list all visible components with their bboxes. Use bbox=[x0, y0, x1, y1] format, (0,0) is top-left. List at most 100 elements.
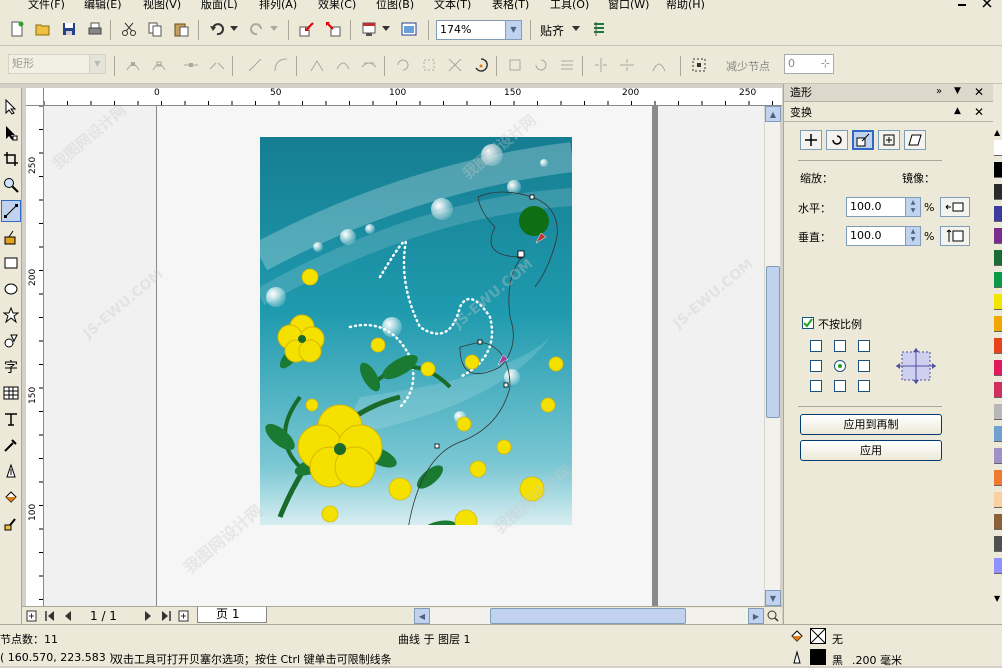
add-node-icon[interactable] bbox=[122, 54, 144, 76]
print-icon[interactable] bbox=[84, 18, 106, 40]
snap-to-button[interactable]: 贴齐 bbox=[540, 22, 564, 39]
color-swatch[interactable] bbox=[994, 492, 1002, 508]
palette-scroll-up-icon[interactable]: ▲ bbox=[994, 128, 1000, 137]
object-type-select[interactable]: 矩形 ▼ bbox=[8, 54, 106, 74]
rectangle-tool-icon[interactable] bbox=[1, 252, 21, 274]
stretch-nodes-icon[interactable] bbox=[504, 54, 526, 76]
horizontal-scale-spinner[interactable]: ▲ ▼ bbox=[905, 197, 921, 217]
welcome-screen-icon[interactable] bbox=[398, 18, 420, 40]
color-swatch[interactable] bbox=[994, 140, 1002, 156]
smooth-node-icon[interactable] bbox=[332, 54, 354, 76]
pick-tool-icon[interactable] bbox=[1, 96, 21, 118]
color-swatch[interactable] bbox=[994, 426, 1002, 442]
size-transform-icon[interactable] bbox=[878, 130, 900, 150]
color-swatch[interactable] bbox=[994, 184, 1002, 200]
anchor-bottom-right[interactable] bbox=[858, 380, 870, 392]
scroll-thumb[interactable] bbox=[766, 266, 780, 418]
application-launcher-icon[interactable] bbox=[358, 18, 380, 40]
launcher-dropdown-icon[interactable] bbox=[380, 18, 392, 40]
menu-table[interactable]: 表格(T) bbox=[492, 0, 529, 12]
color-swatch[interactable] bbox=[994, 470, 1002, 486]
collapse-panel-icon[interactable]: ▲ bbox=[954, 106, 961, 116]
smart-fill-tool-icon[interactable] bbox=[1, 226, 21, 248]
outline-color-swatch[interactable] bbox=[810, 649, 826, 665]
horizontal-scroll-thumb[interactable] bbox=[490, 608, 686, 624]
color-swatch[interactable] bbox=[994, 404, 1002, 420]
reflect-horizontal-icon[interactable] bbox=[590, 54, 612, 76]
symmetrical-node-icon[interactable] bbox=[358, 54, 380, 76]
color-swatch[interactable] bbox=[994, 294, 1002, 310]
menu-help[interactable]: 帮助(H) bbox=[666, 0, 705, 12]
shape-tool-icon[interactable] bbox=[1, 122, 21, 144]
delete-node-icon[interactable] bbox=[148, 54, 170, 76]
color-swatch[interactable] bbox=[994, 514, 1002, 530]
undo-dropdown-icon[interactable] bbox=[228, 18, 240, 40]
close-window-icon[interactable] bbox=[980, 0, 994, 10]
anchor-top-left[interactable] bbox=[810, 340, 822, 352]
menu-bitmaps[interactable]: 位图(B) bbox=[376, 0, 414, 12]
color-swatch[interactable] bbox=[994, 360, 1002, 376]
redo-dropdown-icon[interactable] bbox=[268, 18, 280, 40]
text-tool-icon[interactable]: 字 bbox=[1, 356, 21, 378]
extend-curve-icon[interactable] bbox=[418, 54, 440, 76]
auto-close-icon[interactable] bbox=[470, 54, 492, 76]
eyedropper-tool-icon[interactable] bbox=[1, 434, 21, 456]
elastic-mode-icon[interactable] bbox=[648, 54, 670, 76]
anchor-middle-left[interactable] bbox=[810, 360, 822, 372]
vertical-scrollbar[interactable]: ▲ ▼ bbox=[764, 106, 781, 606]
fill-tool-icon[interactable] bbox=[1, 486, 21, 508]
anchor-center[interactable] bbox=[834, 360, 846, 372]
mirror-horizontal-icon[interactable] bbox=[940, 197, 970, 217]
cut-icon[interactable] bbox=[118, 18, 140, 40]
join-nodes-icon[interactable] bbox=[180, 54, 202, 76]
basic-shapes-tool-icon[interactable] bbox=[1, 330, 21, 352]
zoom-tool-icon[interactable] bbox=[1, 174, 21, 196]
extract-subpath-icon[interactable] bbox=[444, 54, 466, 76]
export-icon[interactable] bbox=[322, 18, 344, 40]
close-docker-icon[interactable]: ✕ bbox=[974, 85, 984, 99]
vertical-scale-input[interactable]: 100.0 bbox=[846, 226, 906, 246]
rotate-transform-icon[interactable] bbox=[826, 130, 848, 150]
expand-icon[interactable]: » bbox=[936, 86, 942, 97]
anchor-top-right[interactable] bbox=[858, 340, 870, 352]
fill-none-swatch[interactable] bbox=[810, 628, 826, 644]
to-line-icon[interactable] bbox=[244, 54, 266, 76]
table-tool-icon[interactable] bbox=[1, 382, 21, 404]
color-swatch[interactable] bbox=[994, 316, 1002, 332]
vertical-ruler[interactable]: 250 200 150 100 bbox=[26, 106, 44, 606]
artwork[interactable] bbox=[260, 137, 572, 525]
color-swatch[interactable] bbox=[994, 206, 1002, 222]
interactive-fill-tool-icon[interactable] bbox=[1, 512, 21, 534]
save-icon[interactable] bbox=[58, 18, 80, 40]
zoom-level-select[interactable]: 174% ▼ bbox=[436, 20, 522, 40]
nonproportional-checkbox[interactable] bbox=[802, 317, 814, 329]
menu-effects[interactable]: 效果(C) bbox=[318, 0, 356, 12]
select-all-nodes-icon[interactable] bbox=[688, 54, 710, 76]
scroll-left-icon[interactable]: ◀ bbox=[414, 608, 430, 624]
close-panel-icon[interactable]: ✕ bbox=[974, 105, 984, 119]
undo-icon[interactable] bbox=[206, 18, 228, 40]
horizontal-scrollbar-track[interactable] bbox=[430, 608, 748, 624]
menu-layout[interactable]: 版面(L) bbox=[201, 0, 238, 12]
paste-icon[interactable] bbox=[170, 18, 192, 40]
anchor-top-center[interactable] bbox=[834, 340, 846, 352]
vertical-scale-spinner[interactable]: ▲ ▼ bbox=[905, 226, 921, 246]
anchor-bottom-left[interactable] bbox=[810, 380, 822, 392]
skew-transform-icon[interactable] bbox=[904, 130, 926, 150]
to-curve-icon[interactable] bbox=[270, 54, 292, 76]
color-swatch[interactable] bbox=[994, 250, 1002, 266]
ruler-origin[interactable] bbox=[26, 88, 44, 106]
curve-smoothness-input[interactable]: 0 ⊹ bbox=[784, 54, 834, 74]
scale-transform-icon[interactable] bbox=[852, 130, 874, 150]
menu-window[interactable]: 窗口(W) bbox=[608, 0, 649, 12]
copy-icon[interactable] bbox=[144, 18, 166, 40]
horizontal-ruler[interactable]: 0 50 100 150 200 250 bbox=[44, 88, 782, 106]
color-swatch[interactable] bbox=[994, 228, 1002, 244]
apply-to-duplicate-button[interactable]: 应用到再制 bbox=[800, 414, 942, 435]
color-swatch[interactable] bbox=[994, 382, 1002, 398]
break-curve-icon[interactable] bbox=[206, 54, 228, 76]
menu-arrange[interactable]: 排列(A) bbox=[259, 0, 297, 12]
redo-icon[interactable] bbox=[246, 18, 268, 40]
color-swatch[interactable] bbox=[994, 558, 1002, 574]
bezier-tool-icon[interactable] bbox=[1, 200, 21, 222]
